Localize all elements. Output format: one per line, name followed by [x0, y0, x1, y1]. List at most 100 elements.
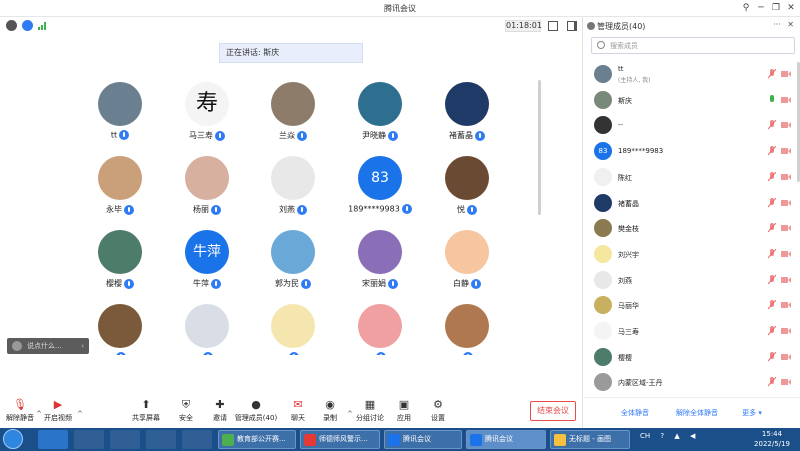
- more-button[interactable]: 更多 ▾: [737, 406, 767, 420]
- mic-muted-icon[interactable]: [767, 351, 777, 362]
- mic-muted-icon[interactable]: [767, 145, 777, 156]
- mic-muted-icon[interactable]: [767, 197, 777, 208]
- participant-tile[interactable]: 寿马三寿: [177, 82, 237, 150]
- participant-tile[interactable]: [350, 304, 410, 355]
- taskbar-task[interactable]: 腾讯会议: [466, 430, 546, 449]
- chrome-icon[interactable]: [182, 430, 212, 449]
- settings-button[interactable]: ⚙ 设置: [418, 399, 458, 423]
- mic-muted-icon[interactable]: [767, 274, 777, 285]
- chat-collapse-icon[interactable]: ‹: [81, 338, 84, 354]
- participant-tile[interactable]: 悦: [437, 156, 497, 224]
- desktop-icon[interactable]: [74, 430, 104, 449]
- member-row[interactable]: tt (主持人, 我): [583, 62, 800, 87]
- participant-tile[interactable]: 兰焱: [263, 82, 323, 150]
- participant-tile[interactable]: [263, 304, 323, 355]
- participant-tile[interactable]: 刘燕: [263, 156, 323, 224]
- camera-off-icon[interactable]: [781, 121, 791, 129]
- member-row[interactable]: 樱樱: [583, 345, 800, 370]
- mic-muted-icon[interactable]: [767, 222, 777, 233]
- record-options-caret-icon[interactable]: ^: [347, 410, 353, 418]
- participant-tile[interactable]: 宋丽娟: [350, 230, 410, 298]
- mic-muted-icon[interactable]: [767, 68, 777, 79]
- mute-all-button[interactable]: 全体静音: [613, 406, 657, 420]
- mic-on-icon[interactable]: [768, 94, 776, 105]
- camera-off-icon[interactable]: [781, 353, 791, 361]
- camera-off-icon[interactable]: [781, 199, 791, 207]
- member-row[interactable]: 马丽华: [583, 293, 800, 318]
- close-icon[interactable]: ✕: [785, 2, 797, 14]
- camera-off-icon[interactable]: [781, 70, 791, 78]
- camera-off-icon[interactable]: [781, 301, 791, 309]
- mic-muted-icon[interactable]: [767, 248, 777, 259]
- end-meeting-button[interactable]: 结束会议: [530, 401, 576, 421]
- start-button-icon[interactable]: [3, 429, 23, 449]
- flash-icon[interactable]: [146, 430, 176, 449]
- member-row[interactable]: 樊金枝: [583, 216, 800, 241]
- member-row[interactable]: 刘兴宇: [583, 242, 800, 267]
- fullscreen-icon[interactable]: [548, 21, 558, 31]
- participant-tile[interactable]: 尹晓静: [350, 82, 410, 150]
- video-options-caret-icon[interactable]: ^: [77, 410, 83, 418]
- record-button[interactable]: ◉ 录制: [310, 399, 350, 423]
- maximize-icon[interactable]: ❐: [770, 2, 782, 14]
- camera-off-icon[interactable]: [781, 173, 791, 181]
- panel-close-icon[interactable]: ✕: [787, 20, 794, 29]
- member-row[interactable]: 刘燕: [583, 268, 800, 293]
- member-row[interactable]: 褚蓄晶: [583, 191, 800, 216]
- camera-off-icon[interactable]: [781, 327, 791, 335]
- mic-options-caret-icon[interactable]: ^: [36, 410, 42, 418]
- participant-tile[interactable]: 褚蓄晶: [437, 82, 497, 150]
- camera-off-icon[interactable]: [781, 378, 791, 386]
- taskbar-task[interactable]: 无标题 - 画图: [550, 430, 630, 449]
- mic-muted-icon[interactable]: [767, 377, 777, 387]
- member-row[interactable]: 83 189****9983: [583, 139, 800, 164]
- member-row[interactable]: 马三寿: [583, 319, 800, 344]
- layout-icon[interactable]: [567, 21, 577, 31]
- participant-tile[interactable]: 白静: [437, 230, 497, 298]
- mic-muted-icon[interactable]: [767, 325, 777, 336]
- explorer-icon[interactable]: [110, 430, 140, 449]
- volume-icon[interactable]: ◀: [690, 432, 695, 440]
- taskbar-task[interactable]: 腾讯会议: [384, 430, 462, 449]
- member-row[interactable]: 斯庆: [583, 88, 800, 113]
- mic-muted-icon[interactable]: [767, 171, 777, 182]
- share-screen-button[interactable]: ⬆ 共享屏幕: [126, 399, 166, 423]
- member-row[interactable]: 内蒙区域-王丹: [583, 370, 800, 395]
- participant-tile[interactable]: 永毕: [90, 156, 150, 224]
- chat-input[interactable]: 说点什么... ‹: [7, 338, 89, 354]
- grid-scrollbar[interactable]: [538, 80, 541, 215]
- taskbar-task[interactable]: 教育部公开赛...: [218, 430, 296, 449]
- more-options-icon[interactable]: ···: [773, 20, 781, 29]
- member-search-input[interactable]: 搜索成员: [591, 37, 795, 54]
- members-button[interactable]: ● 管理成员(40): [233, 399, 279, 423]
- participant-tile[interactable]: 83 189****9983: [348, 156, 412, 224]
- participant-tile[interactable]: [437, 304, 497, 355]
- pin-icon[interactable]: ⚲: [740, 2, 752, 14]
- camera-off-icon[interactable]: [781, 147, 791, 155]
- camera-off-icon[interactable]: [781, 96, 791, 104]
- taskbar-clock[interactable]: 15:44 2022/5/19: [748, 429, 796, 449]
- participant-tile[interactable]: [90, 304, 150, 355]
- camera-off-icon[interactable]: [781, 276, 791, 284]
- signal-icon[interactable]: [38, 21, 48, 30]
- emoji-icon[interactable]: [12, 341, 22, 351]
- participant-tile[interactable]: 牛萍 牛萍: [177, 230, 237, 298]
- participant-tile[interactable]: tt: [90, 82, 150, 150]
- help-icon[interactable]: ?: [660, 432, 664, 440]
- network-icon[interactable]: ▲: [674, 432, 679, 440]
- mic-muted-icon[interactable]: [767, 299, 777, 310]
- member-row[interactable]: 陈红: [583, 165, 800, 190]
- member-row[interactable]: --: [583, 113, 800, 138]
- participant-tile[interactable]: 杨丽: [177, 156, 237, 224]
- participant-tile[interactable]: [177, 304, 237, 355]
- taskbar-task[interactable]: 师德师风警示...: [300, 430, 380, 449]
- info-icon[interactable]: [6, 20, 17, 31]
- camera-off-icon[interactable]: [781, 250, 791, 258]
- ie-icon[interactable]: [38, 430, 68, 449]
- participant-tile[interactable]: 樱樱: [90, 230, 150, 298]
- unmute-all-button[interactable]: 解除全体静音: [669, 406, 725, 420]
- mic-button[interactable]: 🎙 解除静音: [0, 399, 40, 423]
- minimize-icon[interactable]: ─: [755, 2, 767, 14]
- camera-off-icon[interactable]: [781, 224, 791, 232]
- camera-button[interactable]: ▶ 开启视频: [38, 399, 78, 423]
